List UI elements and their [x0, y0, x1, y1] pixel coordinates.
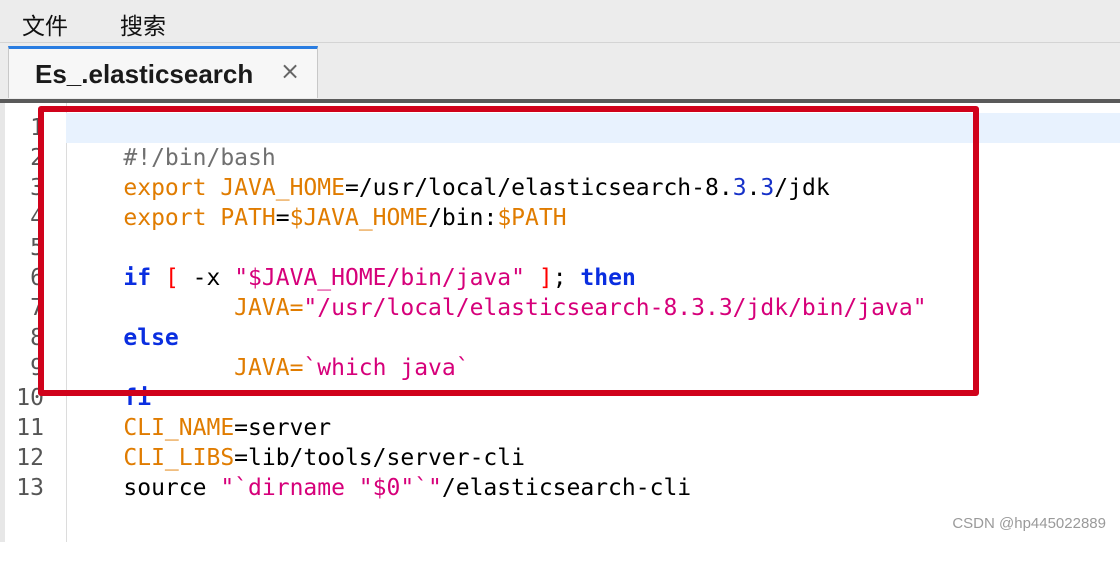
assign-op: = [289, 295, 304, 321]
code-line-12: source "`dirname "$0"`"/elasticsearch-cl… [68, 443, 691, 501]
number: 3 [732, 175, 747, 201]
line-number: 10 [16, 385, 44, 411]
line-number: 8 [30, 325, 44, 351]
code-line-1: #!/bin/bash [68, 113, 275, 171]
keyword-export: export [123, 205, 207, 231]
tab-es-elasticsearch[interactable]: Es_.elasticsearch × [8, 46, 318, 98]
code-line-9: fi [68, 353, 151, 411]
line-number: 1 [30, 115, 44, 141]
code-line-8: JAVA=`which java` [68, 323, 469, 381]
code-line-7: else [68, 293, 178, 351]
line-number-gutter: 1 2 3 4 5 6 7 8 9 10 11 12 13 [0, 103, 67, 542]
variable-name: JAVA [234, 355, 290, 381]
number: 3 [760, 175, 775, 201]
variable-ref: $JAVA_HOME [289, 205, 429, 231]
command-substitution: `which java` [303, 355, 470, 381]
code-line-3: export PATH=$JAVA_HOME/bin:$PATH [68, 173, 566, 231]
code-line-2: export JAVA_HOME=/usr/local/elasticsearc… [68, 143, 829, 201]
code-text: = [275, 205, 290, 231]
line-number: 9 [30, 355, 44, 381]
line-number: 5 [30, 235, 44, 261]
line-number: 2 [30, 145, 44, 171]
menu-file[interactable]: 文件 [22, 7, 68, 41]
code-editor[interactable]: 1 2 3 4 5 6 7 8 9 10 11 12 13 #!/bin/bas… [0, 103, 1120, 542]
line-number: 7 [30, 295, 44, 321]
code-text: source [123, 475, 221, 501]
tab-title: Es_.elasticsearch [35, 59, 254, 89]
line-number: 11 [16, 415, 44, 441]
code-line-5: if [ -x "$JAVA_HOME/bin/java" ]; then [68, 233, 635, 291]
line-number: 6 [30, 265, 44, 291]
code-text: /bin: [428, 205, 498, 231]
menu-bar: 文件 搜索 [0, 0, 1120, 43]
gutter-stripe [0, 103, 5, 542]
assign-op: = [289, 355, 304, 381]
variable-name: JAVA [234, 295, 290, 321]
close-icon[interactable]: × [280, 59, 300, 83]
code-text: . [746, 175, 761, 201]
code-text: /elasticsearch-cli [441, 475, 692, 501]
code-line-6: JAVA="/usr/local/elasticsearch-8.3.3/jdk… [68, 263, 926, 321]
string-literal: "/usr/local/elasticsearch-8.3.3/jdk/bin/… [303, 295, 927, 321]
code-line-10: CLI_NAME=server [68, 383, 331, 441]
line-number: 12 [16, 445, 44, 471]
line-number: 3 [30, 175, 44, 201]
menu-search[interactable]: 搜索 [120, 7, 166, 41]
watermark: CSDN @hp445022889 [952, 515, 1106, 532]
variable-ref: $PATH [497, 205, 567, 231]
code-line-11: CLI_LIBS=lib/tools/server-cli [68, 413, 525, 471]
string-literal: "`dirname "$0"`" [220, 475, 442, 501]
line-number: 4 [30, 205, 44, 231]
tab-bar: Es_.elasticsearch × [0, 43, 1120, 99]
line-number: 13 [16, 475, 44, 501]
code-text: /jdk [774, 175, 830, 201]
variable-name: PATH [220, 205, 276, 231]
